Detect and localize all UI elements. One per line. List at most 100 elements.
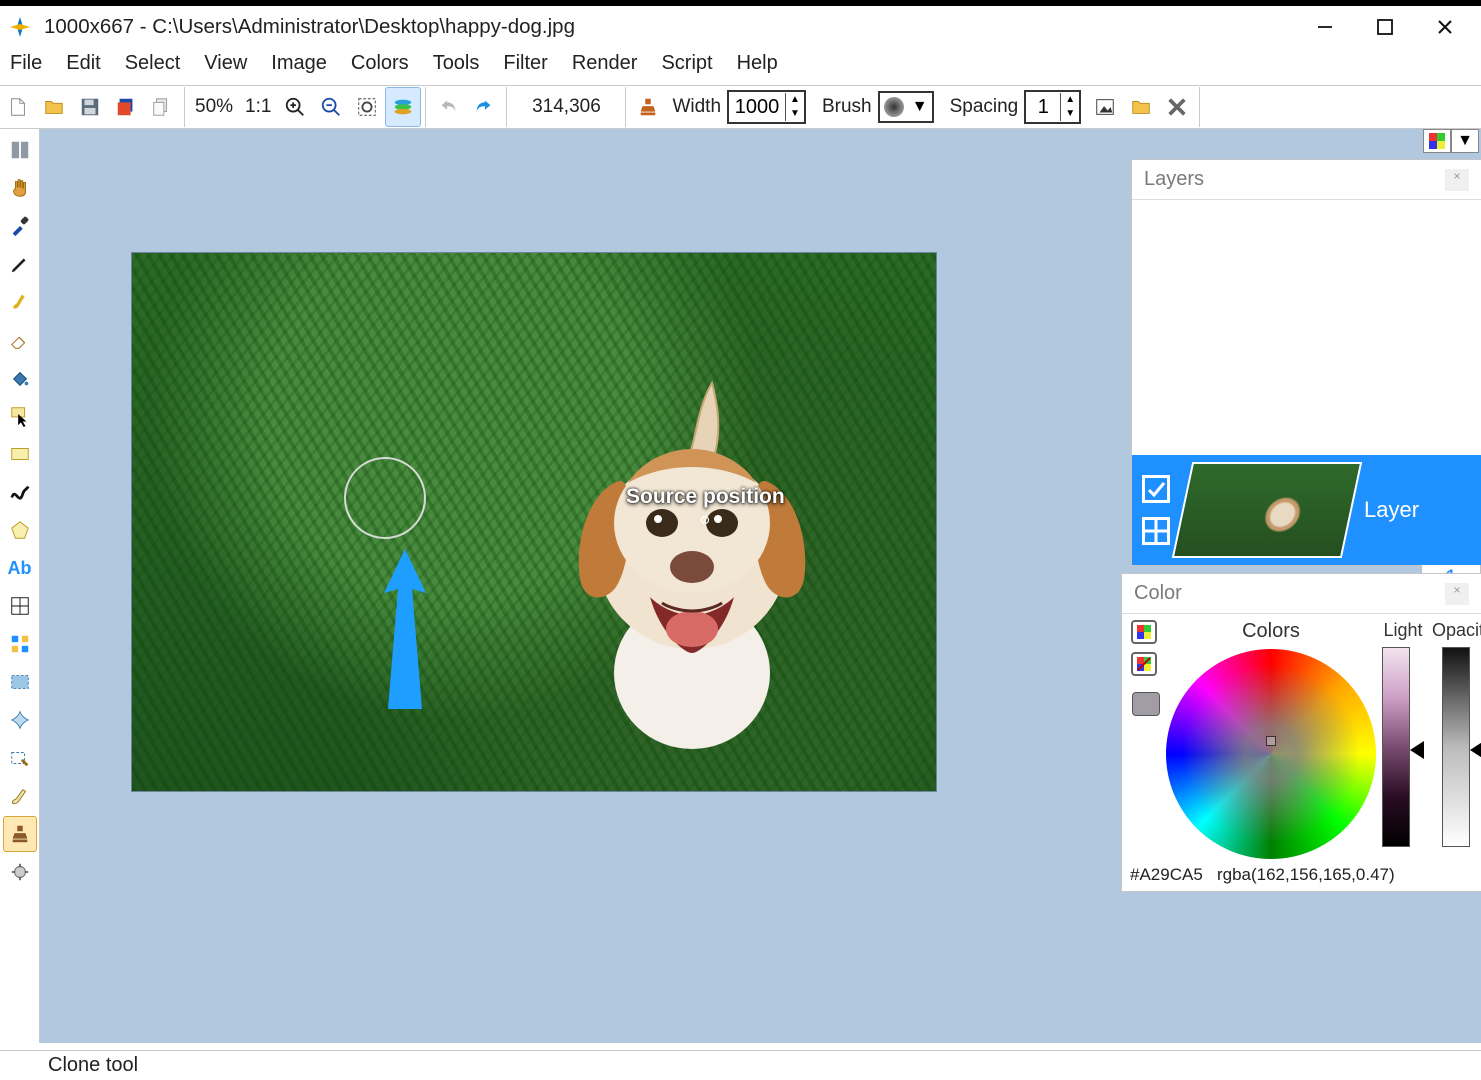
tool-select-brush[interactable] xyxy=(3,778,37,814)
width-input[interactable] xyxy=(729,96,785,119)
maximize-button[interactable] xyxy=(1355,6,1415,48)
main-toolbar: 50% 1:1 314,306 Width ▲▼ Brush ▼ Spacing… xyxy=(0,85,1481,129)
up-arrow-icon[interactable]: ▲ xyxy=(1061,93,1079,107)
palette-add-button[interactable] xyxy=(1131,620,1157,644)
zoom-value[interactable]: 50% xyxy=(189,96,239,118)
canvas-viewport[interactable]: ▼ xyxy=(40,129,1481,1043)
color-panel-title: Color xyxy=(1134,582,1182,605)
tool-crop[interactable] xyxy=(3,132,37,168)
colors-label: Colors xyxy=(1166,620,1376,643)
tool-select-rect[interactable] xyxy=(3,664,37,700)
spacing-spinner[interactable]: ▲▼ xyxy=(1024,90,1081,124)
layers-close-button[interactable]: × xyxy=(1445,169,1469,191)
spacing-arrows[interactable]: ▲▼ xyxy=(1060,93,1079,121)
undo-button[interactable] xyxy=(430,87,466,127)
spacing-input[interactable] xyxy=(1026,96,1060,119)
open-file-button[interactable] xyxy=(36,87,72,127)
color-readout: #A29CA5 rgba(162,156,165,0.47) xyxy=(1122,861,1481,891)
down-arrow-icon[interactable]: ▼ xyxy=(786,107,804,121)
opacity-bar[interactable] xyxy=(1442,647,1470,847)
tool-brush[interactable] xyxy=(3,284,37,320)
menu-help[interactable]: Help xyxy=(737,52,778,75)
zoom-in-button[interactable] xyxy=(277,87,313,127)
color-hex: #A29CA5 xyxy=(1130,865,1203,884)
tool-clone-stamp[interactable] xyxy=(3,816,37,852)
menu-image[interactable]: Image xyxy=(271,52,327,75)
work-area: Ab ▼ xyxy=(0,129,1481,1043)
tool-line[interactable] xyxy=(3,474,37,510)
opacity-slider-icon[interactable] xyxy=(1470,741,1481,759)
color-close-button[interactable]: × xyxy=(1445,583,1469,605)
window-title: 1000x667 - C:\Users\Administrator\Deskto… xyxy=(44,15,575,39)
zoom-fit-button[interactable] xyxy=(349,87,385,127)
menu-filter[interactable]: Filter xyxy=(503,52,547,75)
menu-edit[interactable]: Edit xyxy=(66,52,100,75)
width-arrows[interactable]: ▲▼ xyxy=(785,93,804,121)
palette-remove-button[interactable] xyxy=(1131,652,1157,676)
tool-pencil[interactable] xyxy=(3,246,37,282)
layer-toggle-icons xyxy=(1142,475,1170,545)
layer-thumbnail xyxy=(1172,462,1362,558)
color-panel: Color × Colors Light xyxy=(1121,573,1481,892)
tool-pointer[interactable] xyxy=(3,398,37,434)
menu-tools[interactable]: Tools xyxy=(433,52,480,75)
picture-icon[interactable] xyxy=(1087,87,1123,127)
tool-text[interactable]: Ab xyxy=(3,550,37,586)
up-arrow-icon[interactable]: ▲ xyxy=(786,93,804,107)
menu-render[interactable]: Render xyxy=(572,52,638,75)
minimize-button[interactable] xyxy=(1295,6,1355,48)
brush-preview-icon xyxy=(884,97,904,117)
source-position-label: Source position xyxy=(626,485,785,509)
tool-grid[interactable] xyxy=(3,588,37,624)
menu-script[interactable]: Script xyxy=(661,52,712,75)
menu-view[interactable]: View xyxy=(204,52,247,75)
width-spinner[interactable]: ▲▼ xyxy=(727,90,806,124)
color-wheel[interactable] xyxy=(1166,649,1376,859)
delete-x-button[interactable] xyxy=(1159,87,1195,127)
tool-shape[interactable] xyxy=(3,512,37,548)
brush-picker[interactable]: ▼ xyxy=(878,91,934,123)
tool-select-pen[interactable] xyxy=(3,740,37,776)
layers-toggle-button[interactable] xyxy=(385,87,421,127)
copy-button[interactable] xyxy=(144,87,180,127)
current-color-swatch[interactable] xyxy=(1132,692,1160,716)
save-button[interactable] xyxy=(72,87,108,127)
down-arrow-icon[interactable]: ▼ xyxy=(1061,107,1079,121)
lightness-slider-icon[interactable] xyxy=(1410,741,1424,759)
open-folder-icon[interactable] xyxy=(1123,87,1159,127)
menu-file[interactable]: File xyxy=(10,52,42,75)
tool-select-wand[interactable] xyxy=(3,702,37,738)
tool-mosaic[interactable] xyxy=(3,626,37,662)
tool-eyedropper[interactable] xyxy=(3,208,37,244)
image-canvas[interactable]: Source position xyxy=(132,253,936,791)
zoom-1to1[interactable]: 1:1 xyxy=(239,96,277,118)
redo-button[interactable] xyxy=(466,87,502,127)
tool-rectangle[interactable] xyxy=(3,436,37,472)
source-crosshair-icon xyxy=(700,515,710,525)
panel-chip-dropdown[interactable]: ▼ xyxy=(1451,129,1479,153)
toolbar-sep-3 xyxy=(506,87,507,127)
toolbar-sep-1 xyxy=(184,87,185,127)
close-button[interactable] xyxy=(1415,6,1475,48)
menu-colors[interactable]: Colors xyxy=(351,52,409,75)
zoom-out-button[interactable] xyxy=(313,87,349,127)
layer-visible-icon[interactable] xyxy=(1142,475,1170,503)
new-file-button[interactable] xyxy=(0,87,36,127)
tool-hand[interactable] xyxy=(3,170,37,206)
color-quick-buttons xyxy=(1128,620,1160,859)
menu-select[interactable]: Select xyxy=(125,52,181,75)
panel-chip-colors[interactable] xyxy=(1423,129,1451,153)
lightness-bar[interactable] xyxy=(1382,647,1410,847)
tool-scroll[interactable] xyxy=(3,854,37,890)
layers-empty-area[interactable] xyxy=(1132,200,1481,455)
layers-title: Layers xyxy=(1144,168,1204,191)
layer-row-selected[interactable]: Layer xyxy=(1132,455,1481,565)
tool-eraser[interactable] xyxy=(3,322,37,358)
layer-lock-icon[interactable] xyxy=(1142,517,1170,545)
save-many-button[interactable] xyxy=(108,87,144,127)
annotation-arrow xyxy=(382,549,428,709)
tool-fill[interactable] xyxy=(3,360,37,396)
stamp-icon[interactable] xyxy=(630,87,666,127)
toolbar-sep-5 xyxy=(1199,87,1200,127)
grass-background: Source position xyxy=(132,253,936,791)
